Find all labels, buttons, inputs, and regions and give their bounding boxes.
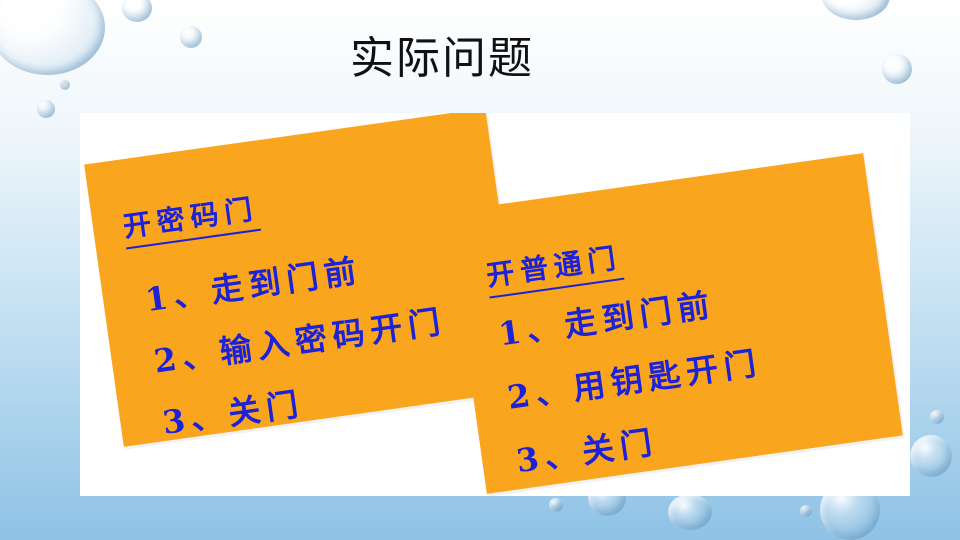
slide-title: 实际问题 [350, 33, 534, 84]
water-bubble-decoration [122, 0, 152, 22]
normal-door-card: 开普通门 1、走到门前 2、用钥匙开门 3、关门 [447, 153, 903, 494]
password-door-card-title: 开密码门 [120, 187, 262, 250]
water-bubble-decoration [822, 0, 890, 20]
water-bubble-decoration [37, 100, 55, 118]
normal-door-card-title: 开普通门 [483, 236, 625, 299]
password-door-step-1: 1、走到门前 [142, 251, 365, 320]
water-bubble-decoration [549, 498, 563, 512]
water-bubble-decoration [910, 435, 952, 477]
normal-door-step-2: 2、用钥匙开门 [505, 343, 765, 417]
water-bubble-decoration [668, 494, 712, 530]
normal-door-step-3: 3、关门 [514, 422, 661, 481]
image-panel: 开密码门 1、走到门前 2、输入密码开门 3、关门 开普通门 1、走到门前 2、… [80, 113, 910, 496]
water-bubble-decoration [930, 410, 944, 424]
water-bubble-decoration [882, 54, 912, 84]
water-bubble-decoration [800, 505, 812, 517]
password-door-step-3: 3、关门 [160, 384, 307, 442]
